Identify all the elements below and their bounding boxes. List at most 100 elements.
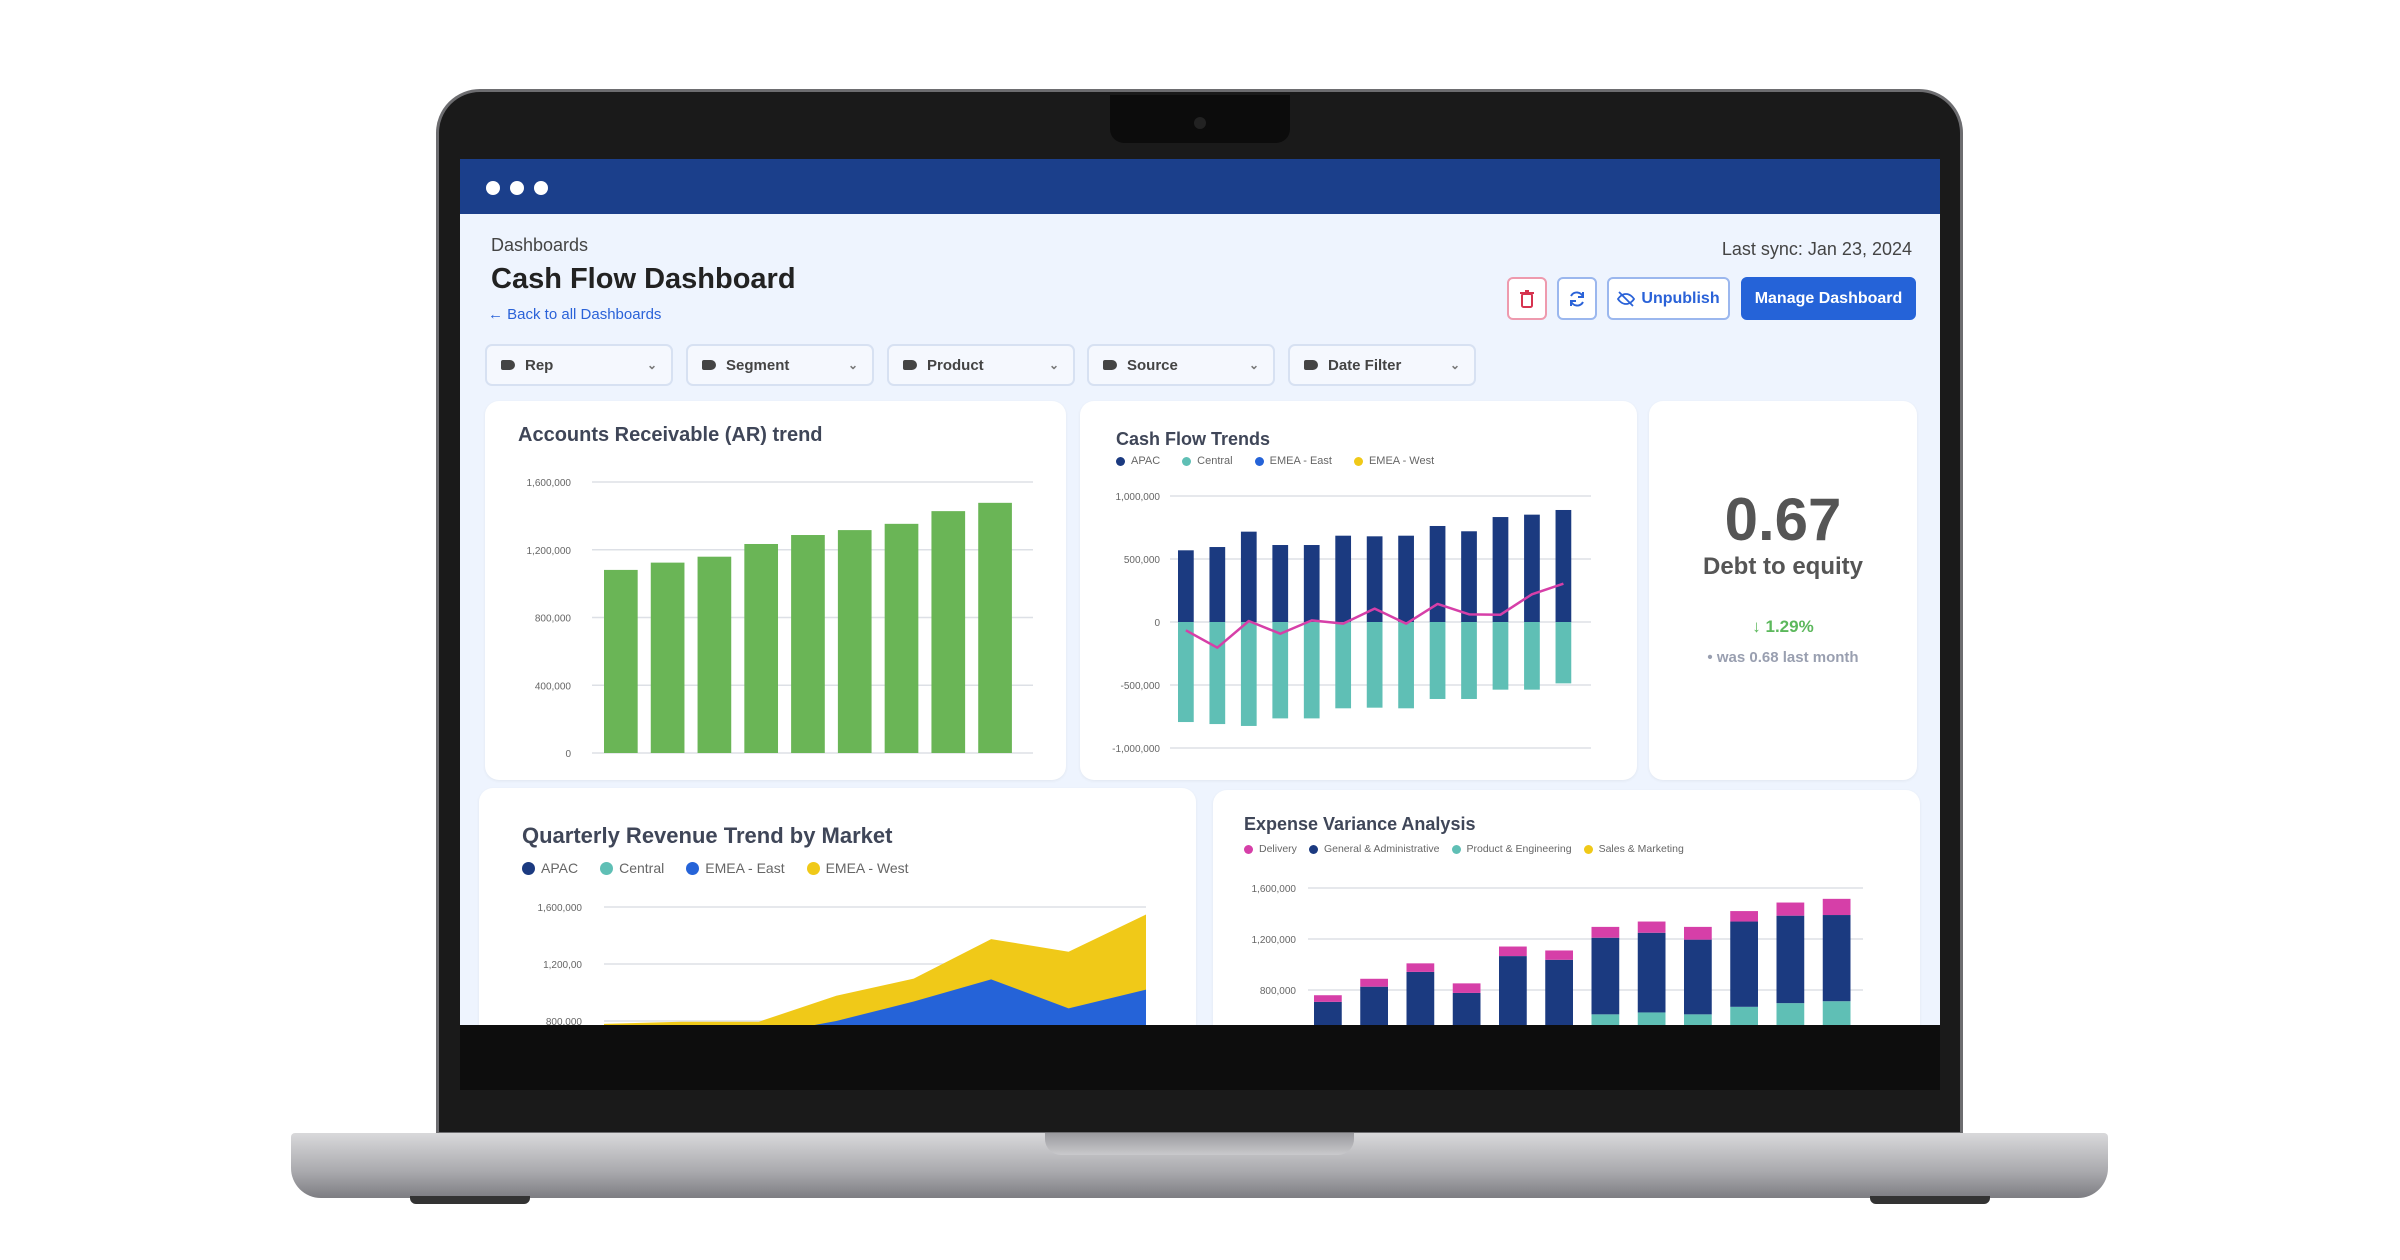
delivery-bar bbox=[1730, 911, 1758, 922]
product-engineering-bar bbox=[1684, 1014, 1712, 1025]
ar-bar bbox=[978, 502, 1012, 753]
chevron-down-icon: ⌄ bbox=[646, 358, 657, 372]
refresh-icon bbox=[1570, 290, 1584, 307]
kpi-value: 0.67 bbox=[1724, 486, 1842, 553]
delivery-bar bbox=[1591, 926, 1620, 938]
general-administrative-bar bbox=[1360, 986, 1388, 1025]
central-bar bbox=[1303, 622, 1320, 719]
ar-trend-card: Accounts Receivable (AR) trend 0 400,000 8… bbox=[485, 401, 1066, 780]
window-dot[interactable] bbox=[534, 181, 548, 195]
delivery-bar bbox=[1545, 950, 1573, 960]
window-dot[interactable] bbox=[486, 181, 500, 195]
breadcrumb[interactable]: Dashboards bbox=[491, 235, 588, 256]
delivery-bar bbox=[1406, 963, 1435, 972]
y-tick-label: 0 bbox=[1154, 618, 1160, 629]
filter-label: Rep bbox=[525, 356, 554, 374]
laptop-foot bbox=[410, 1196, 530, 1204]
quarterly-area-chart: 800,000 1,200,00 1,600,000 bbox=[538, 903, 1146, 1025]
product-engineering-bar bbox=[1730, 1006, 1758, 1025]
y-tick-label: 1,200,000 bbox=[1252, 935, 1297, 946]
filter-source[interactable]: Source ⌄ bbox=[1087, 344, 1275, 386]
expense-stacked-chart: 800,000 1,200,000 1,600,000 bbox=[1252, 884, 1863, 1025]
apac-bar bbox=[1272, 545, 1289, 622]
unpublish-button[interactable]: Unpublish bbox=[1607, 277, 1730, 320]
central-bar bbox=[1178, 622, 1194, 723]
ar-bar bbox=[697, 556, 732, 753]
chevron-down-icon: ⌄ bbox=[1248, 358, 1259, 372]
filter-segment[interactable]: Segment ⌄ bbox=[686, 344, 874, 386]
ar-bar bbox=[931, 511, 966, 753]
cash-flow-chart: -1,000,000 -500,000 0 500,000 1,000,000 bbox=[1112, 492, 1591, 755]
filter-label: Source bbox=[1127, 356, 1178, 374]
ar-bar bbox=[884, 523, 919, 753]
apac-bar bbox=[1492, 517, 1509, 622]
filter-product[interactable]: Product ⌄ bbox=[887, 344, 1075, 386]
central-bar bbox=[1524, 622, 1540, 690]
product-engineering-bar bbox=[1637, 1012, 1666, 1025]
filter-rep[interactable]: Rep ⌄ bbox=[485, 344, 673, 386]
page-title: Cash Flow Dashboard bbox=[491, 263, 796, 295]
product-engineering-bar bbox=[1822, 1001, 1851, 1025]
ar-bar bbox=[791, 535, 825, 753]
y-tick-label: 800,000 bbox=[1260, 986, 1297, 997]
kpi-label: Debt to equity bbox=[1703, 553, 1863, 580]
apac-bar bbox=[1398, 535, 1414, 622]
central-bar bbox=[1240, 622, 1257, 726]
y-tick-label: 0 bbox=[565, 749, 571, 760]
central-bar bbox=[1335, 622, 1352, 709]
general-administrative-bar bbox=[1684, 939, 1712, 1015]
general-administrative-bar bbox=[1314, 1001, 1342, 1025]
general-administrative-bar bbox=[1406, 971, 1435, 1025]
y-tick-label: 1,600,000 bbox=[538, 903, 583, 914]
apac-bar bbox=[1461, 531, 1477, 622]
apac-bar bbox=[1524, 514, 1540, 622]
general-administrative-bar bbox=[1730, 921, 1758, 1007]
delete-button[interactable] bbox=[1507, 277, 1547, 320]
chevron-down-icon: ⌄ bbox=[1449, 358, 1460, 372]
tag-icon bbox=[501, 360, 515, 370]
tag-icon bbox=[1103, 360, 1117, 370]
trash-icon bbox=[1520, 289, 1534, 308]
central-bar bbox=[1366, 622, 1383, 708]
apac-bar bbox=[1178, 550, 1194, 622]
y-tick-label: 500,000 bbox=[1124, 555, 1161, 566]
filter-label: Date Filter bbox=[1328, 356, 1402, 374]
y-tick-label: 1,600,000 bbox=[1252, 884, 1297, 895]
central-bar bbox=[1398, 622, 1414, 709]
central-bar bbox=[1209, 622, 1226, 725]
ar-bar bbox=[604, 569, 638, 753]
back-link[interactable]: ← Back to all Dashboards bbox=[488, 306, 661, 323]
window-dot[interactable] bbox=[510, 181, 524, 195]
apac-bar bbox=[1240, 531, 1257, 622]
delivery-bar bbox=[1776, 902, 1805, 916]
quarterly-revenue-card: Quarterly Revenue Trend by Market APAC Ce… bbox=[479, 788, 1196, 1025]
general-administrative-bar bbox=[1545, 959, 1573, 1025]
filter-label: Product bbox=[927, 356, 984, 374]
apac-bar bbox=[1555, 509, 1572, 622]
y-tick-label: 1,000,000 bbox=[1116, 492, 1161, 503]
y-tick-label: -1,000,000 bbox=[1112, 744, 1160, 755]
general-administrative-bar bbox=[1499, 956, 1527, 1025]
ar-bar bbox=[650, 562, 685, 753]
ar-bar bbox=[837, 530, 872, 753]
tag-icon bbox=[1304, 360, 1318, 370]
general-administrative-bar bbox=[1452, 992, 1481, 1025]
chevron-down-icon: ⌄ bbox=[847, 358, 858, 372]
manage-dashboard-button[interactable]: Manage Dashboard bbox=[1741, 277, 1916, 320]
ar-bar-chart: 0 400,000 800,000 1,200,000 1,600,000 bbox=[527, 478, 1033, 760]
filter-date[interactable]: Date Filter ⌄ bbox=[1288, 344, 1476, 386]
unpublish-label: Unpublish bbox=[1641, 289, 1720, 307]
eye-off-icon bbox=[1617, 290, 1636, 307]
y-tick-label: 800,000 bbox=[546, 1017, 583, 1025]
central-bar bbox=[1461, 622, 1477, 699]
lid-notch bbox=[1045, 1133, 1354, 1155]
central-bar bbox=[1272, 622, 1289, 719]
y-tick-label: 1,200,00 bbox=[543, 960, 582, 971]
tag-icon bbox=[903, 360, 917, 370]
refresh-button[interactable] bbox=[1557, 277, 1597, 320]
general-administrative-bar bbox=[1822, 915, 1851, 1002]
expense-variance-card: Expense Variance Analysis Delivery Genera… bbox=[1213, 790, 1920, 1025]
general-administrative-bar bbox=[1637, 932, 1666, 1013]
kpi-change: ↓ 1.29% bbox=[1752, 617, 1814, 636]
ar-bar bbox=[744, 543, 779, 753]
